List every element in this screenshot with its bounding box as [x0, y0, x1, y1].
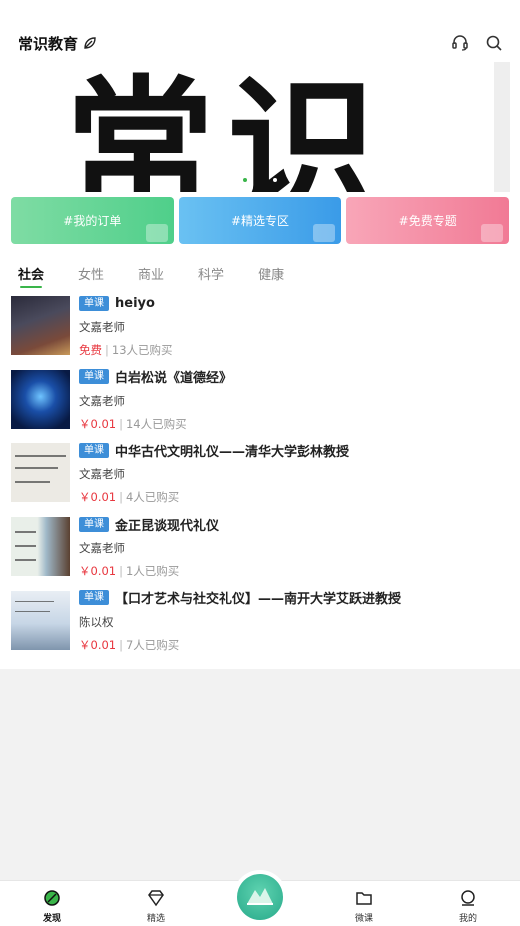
- course-title: 金正昆谈现代礼仪: [115, 518, 220, 534]
- course-buyers: 7人已购买: [125, 637, 180, 652]
- carousel-dot: [273, 178, 277, 182]
- nav-profile-label: 我的: [458, 914, 477, 924]
- nav-featured[interactable]: 精选: [104, 881, 208, 926]
- course-buyers: 4人已购买: [125, 490, 180, 505]
- center-logo-button[interactable]: [237, 874, 283, 920]
- course-item[interactable]: 单课 heiyo 文嘉老师 免费 | 13人已购买: [0, 295, 520, 369]
- banner-text: 常识: [65, 63, 390, 192]
- course-badge: 单课: [79, 442, 109, 458]
- carousel-dot: [243, 178, 247, 182]
- app-bar: 常识教育: [0, 24, 520, 62]
- discover-icon: [43, 889, 61, 910]
- course-thumbnail: [11, 517, 70, 577]
- my-orders-label: #我的订单: [63, 214, 122, 228]
- nav-discover-label: 发现: [42, 914, 61, 924]
- free-topics-card[interactable]: #免费专题: [346, 197, 510, 244]
- crown-icon: [313, 224, 336, 242]
- featured-label: #精选专区: [230, 214, 290, 228]
- course-item[interactable]: 单课 金正昆谈现代礼仪 文嘉老师 ￥0.01 | 1人已购买: [0, 516, 520, 590]
- course-teacher: 文嘉老师: [79, 393, 125, 408]
- nav-discover[interactable]: 发现: [0, 881, 104, 926]
- my-orders-card[interactable]: #我的订单: [11, 197, 174, 244]
- banner-next-slide[interactable]: [494, 62, 510, 192]
- course-teacher: 文嘉老师: [79, 320, 125, 334]
- course-price: ￥0.01: [79, 564, 117, 579]
- banner-slide[interactable]: 常识: [65, 62, 435, 192]
- course-title: 白岩松说《道德经》: [115, 371, 233, 387]
- course-thumbnail: [11, 369, 70, 429]
- nav-microcourse[interactable]: 微课: [312, 881, 416, 926]
- course-item[interactable]: 单课 【口才艺术与社交礼仪】——南开大学艾跃进教授 陈以权 ￥0.01 | 7人已购…: [0, 590, 520, 664]
- course-title: 【口才艺术与社交礼仪】——南开大学艾跃进教授: [115, 592, 402, 608]
- tab-health[interactable]: 健康: [258, 255, 284, 291]
- course-title: heiyo: [115, 295, 155, 311]
- course-badge: 单课: [79, 590, 109, 606]
- folder-icon: [355, 889, 373, 910]
- search-icon[interactable]: [482, 31, 506, 55]
- quick-links: #我的订单 #精选专区 #免费专题: [0, 197, 520, 255]
- profile-icon: [459, 889, 477, 910]
- course-badge: 单课: [79, 295, 109, 311]
- course-teacher: 陈以权: [79, 614, 114, 629]
- ticket-icon: [481, 224, 504, 242]
- banner-carousel[interactable]: 常识: [0, 62, 520, 197]
- course-price: ￥0.01: [79, 637, 117, 652]
- course-buyers: 14人已购买: [125, 416, 187, 431]
- course-list: 单课 heiyo 文嘉老师 免费 | 13人已购买 单课 白岩松说《道德经》 文嘉老…: [0, 291, 520, 670]
- course-buyers: 13人已购买: [111, 343, 173, 357]
- headset-icon[interactable]: [448, 31, 472, 55]
- course-badge: 单课: [79, 516, 109, 532]
- status-bar: [0, 0, 520, 24]
- course-price: ￥0.01: [79, 490, 117, 505]
- course-item[interactable]: 单课 白岩松说《道德经》 文嘉老师 ￥0.01 | 14人已购买: [0, 369, 520, 443]
- category-tabs: 社会 女性 商业 科学 健康: [0, 255, 520, 291]
- app-title: 常识教育: [18, 34, 79, 53]
- course-price: 免费: [79, 343, 102, 357]
- course-badge: 单课: [79, 369, 109, 385]
- tab-women[interactable]: 女性: [78, 255, 104, 291]
- tab-science[interactable]: 科学: [198, 255, 224, 291]
- diamond-icon: [147, 889, 165, 910]
- tab-society[interactable]: 社会: [18, 255, 44, 291]
- course-title: 中华古代文明礼仪——清华大学彭林教授: [115, 444, 350, 460]
- leaf-icon: [83, 36, 97, 50]
- course-teacher: 文嘉老师: [79, 467, 125, 482]
- bookmark-icon: [145, 224, 168, 242]
- featured-card[interactable]: #精选专区: [178, 197, 342, 244]
- nav-profile[interactable]: 我的: [416, 881, 520, 926]
- nav-featured-label: 精选: [146, 914, 165, 924]
- course-thumbnail: [11, 296, 70, 355]
- course-buyers: 1人已购买: [125, 564, 180, 579]
- nav-microcourse-label: 微课: [354, 914, 373, 924]
- course-thumbnail: [11, 443, 70, 503]
- course-item[interactable]: 单课 中华古代文明礼仪——清华大学彭林教授 文嘉老师 ￥0.01 | 4人已购买: [0, 442, 520, 516]
- course-price: ￥0.01: [79, 416, 117, 431]
- free-topics-label: #免费专题: [398, 214, 457, 228]
- tab-business[interactable]: 商业: [138, 255, 164, 291]
- center-logo-icon: [245, 884, 275, 910]
- carousel-dots: [0, 178, 520, 182]
- course-teacher: 文嘉老师: [79, 541, 125, 556]
- course-thumbnail: [11, 590, 70, 650]
